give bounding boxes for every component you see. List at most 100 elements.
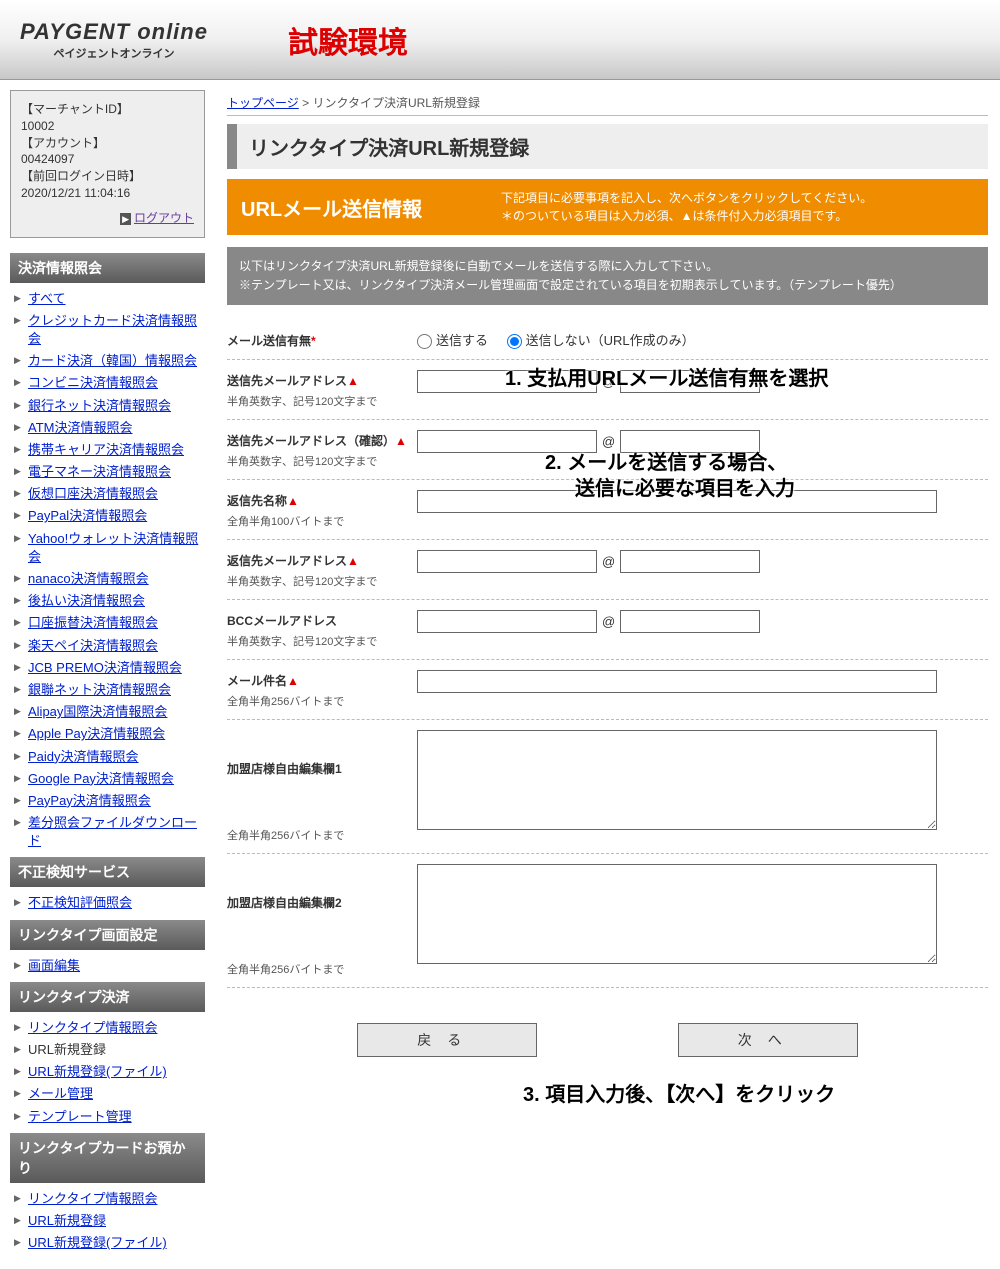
- sidebar-link[interactable]: カード決済（韓国）情報照会: [28, 353, 197, 368]
- radio-send[interactable]: 送信する: [417, 333, 488, 348]
- sidebar-item: URL新規登録: [10, 1039, 205, 1061]
- row-dest-email-confirm: 送信先メールアドレス（確認）▲ 半角英数字、記号120文字まで @: [227, 420, 988, 480]
- sidebar-link[interactable]: 不正検知評価照会: [28, 895, 132, 910]
- sidebar-header-linkpay: リンクタイプ決済: [10, 982, 205, 1012]
- sidebar-link[interactable]: Apple Pay決済情報照会: [28, 726, 165, 741]
- sidebar-item: 不正検知評価照会: [10, 892, 205, 914]
- dest-email-local[interactable]: [417, 370, 597, 393]
- reply-name-input[interactable]: [417, 490, 937, 513]
- sidebar-item: Google Pay決済情報照会: [10, 768, 205, 790]
- sidebar-item: Alipay国際決済情報照会: [10, 701, 205, 723]
- sidebar-link[interactable]: 携帯キャリア決済情報照会: [28, 442, 184, 457]
- sidebar-item: クレジットカード決済情報照会: [10, 310, 205, 350]
- merchant-id-label: 【マーチャントID】: [21, 101, 194, 118]
- row-dest-email: 送信先メールアドレス▲ 半角英数字、記号120文字まで @: [227, 360, 988, 420]
- sidebar-link[interactable]: PayPay決済情報照会: [28, 793, 151, 808]
- sidebar-link[interactable]: 仮想口座決済情報照会: [28, 486, 158, 501]
- logout-link[interactable]: ログアウト: [21, 210, 194, 227]
- sidebar-link[interactable]: クレジットカード決済情報照会: [28, 313, 197, 346]
- sidebar-link[interactable]: ATM決済情報照会: [28, 420, 132, 435]
- form: メール送信有無* 送信する 送信しない（URL作成のみ） 送信先メールアドレス▲…: [227, 305, 988, 1003]
- sidebar-link[interactable]: 後払い決済情報照会: [28, 593, 145, 608]
- sidebar-link[interactable]: URL新規登録: [28, 1213, 106, 1228]
- sidebar: 【マーチャントID】 10002 【アカウント】 00424097 【前回ログイ…: [0, 80, 215, 1269]
- bcc-email-local[interactable]: [417, 610, 597, 633]
- sidebar-item: 楽天ペイ決済情報照会: [10, 635, 205, 657]
- last-login: 2020/12/21 11:04:16: [21, 185, 194, 202]
- dest-email-confirm-domain[interactable]: [620, 430, 760, 453]
- sidebar-link[interactable]: nanaco決済情報照会: [28, 571, 149, 586]
- sidebar-item: URL新規登録(ファイル): [10, 1232, 205, 1254]
- sidebar-link[interactable]: JCB PREMO決済情報照会: [28, 660, 182, 675]
- logo-sub: ペイジェントオンライン: [20, 45, 208, 61]
- reply-email-local[interactable]: [417, 550, 597, 573]
- dest-email-confirm-local[interactable]: [417, 430, 597, 453]
- sidebar-link[interactable]: すべて: [28, 291, 66, 306]
- section-desc: 下記項目に必要事項を記入し、次へボタンをクリックしてください。 ＊のついている項…: [501, 189, 872, 225]
- sidebar-item: PayPal決済情報照会: [10, 505, 205, 527]
- memo1-textarea[interactable]: [417, 730, 937, 830]
- sidebar-list-linkscreen: 画面編集: [10, 950, 205, 982]
- row-bcc-email: BCCメールアドレス 半角英数字、記号120文字まで @: [227, 600, 988, 660]
- account-label: 【アカウント】: [21, 135, 194, 152]
- sidebar-item: コンビニ決済情報照会: [10, 372, 205, 394]
- memo2-textarea[interactable]: [417, 864, 937, 964]
- sidebar-item: 画面編集: [10, 955, 205, 977]
- sidebar-item: Yahoo!ウォレット決済情報照会: [10, 528, 205, 568]
- next-button[interactable]: 次へ: [678, 1023, 858, 1057]
- sidebar-header-linkscreen: リンクタイプ画面設定: [10, 920, 205, 950]
- sidebar-item: nanaco決済情報照会: [10, 568, 205, 590]
- row-subject: メール件名▲ 全角半角256バイトまで: [227, 660, 988, 720]
- sidebar-link[interactable]: 口座振替決済情報照会: [28, 615, 158, 630]
- subject-input[interactable]: [417, 670, 937, 693]
- sidebar-link[interactable]: URL新規登録(ファイル): [28, 1064, 167, 1079]
- sidebar-link[interactable]: メール管理: [28, 1086, 93, 1101]
- sidebar-header-payment: 決済情報照会: [10, 253, 205, 283]
- sidebar-link[interactable]: 楽天ペイ決済情報照会: [28, 638, 158, 653]
- sidebar-link[interactable]: Paidy決済情報照会: [28, 749, 139, 764]
- sidebar-link[interactable]: URL新規登録(ファイル): [28, 1235, 167, 1250]
- bcc-email-domain[interactable]: [620, 610, 760, 633]
- sidebar-link[interactable]: 画面編集: [28, 958, 80, 973]
- sidebar-list-fraud: 不正検知評価照会: [10, 887, 205, 919]
- sidebar-link[interactable]: 銀聯ネット決済情報照会: [28, 682, 171, 697]
- sidebar-link[interactable]: 銀行ネット決済情報照会: [28, 398, 171, 413]
- sidebar-link[interactable]: Yahoo!ウォレット決済情報照会: [28, 531, 198, 564]
- sidebar-item: テンプレート管理: [10, 1106, 205, 1128]
- sidebar-link[interactable]: Alipay国際決済情報照会: [28, 704, 167, 719]
- sidebar-item: メール管理: [10, 1083, 205, 1105]
- sidebar-link[interactable]: リンクタイプ情報照会: [28, 1020, 157, 1035]
- grey-note: 以下はリンクタイプ決済URL新規登録後に自動でメールを送信する際に入力して下さい…: [227, 247, 988, 305]
- sidebar-item: カード決済（韓国）情報照会: [10, 350, 205, 372]
- account-id: 00424097: [21, 151, 194, 168]
- sidebar-item: 銀聯ネット決済情報照会: [10, 679, 205, 701]
- row-memo1: 加盟店様自由編集欄1 全角半角256バイトまで: [227, 720, 988, 854]
- breadcrumb-home[interactable]: トップページ: [227, 96, 299, 110]
- logo: PAYGENT online ペイジェントオンライン: [20, 19, 208, 61]
- sidebar-link[interactable]: リンクタイプ情報照会: [28, 1191, 157, 1206]
- sidebar-link[interactable]: テンプレート管理: [28, 1109, 132, 1124]
- sidebar-item: URL新規登録(ファイル): [10, 1061, 205, 1083]
- sidebar-item: 後払い決済情報照会: [10, 590, 205, 612]
- top-header: PAYGENT online ペイジェントオンライン 試験環境: [0, 0, 1000, 80]
- sidebar-header-fraud: 不正検知サービス: [10, 857, 205, 887]
- sidebar-item: PayPay決済情報照会: [10, 790, 205, 812]
- dest-email-domain[interactable]: [620, 370, 760, 393]
- sidebar-item: Paidy決済情報照会: [10, 746, 205, 768]
- sidebar-header-linkcard: リンクタイプカードお預かり: [10, 1133, 205, 1183]
- merchant-id: 10002: [21, 118, 194, 135]
- sidebar-list-linkpay: リンクタイプ情報照会 URL新規登録 URL新規登録(ファイル) メール管理テンプレー…: [10, 1012, 205, 1133]
- back-button[interactable]: 戻る: [357, 1023, 537, 1057]
- section-bar: URLメール送信情報 下記項目に必要事項を記入し、次へボタンをクリックしてくださ…: [227, 179, 988, 235]
- sidebar-link[interactable]: コンビニ決済情報照会: [28, 375, 158, 390]
- reply-email-domain[interactable]: [620, 550, 760, 573]
- sidebar-item: 電子マネー決済情報照会: [10, 461, 205, 483]
- sidebar-link[interactable]: Google Pay決済情報照会: [28, 771, 174, 786]
- last-login-label: 【前回ログイン日時】: [21, 168, 194, 185]
- sidebar-link[interactable]: 差分照会ファイルダウンロード: [28, 815, 197, 848]
- sidebar-item: すべて: [10, 288, 205, 310]
- sidebar-item: 差分照会ファイルダウンロード: [10, 812, 205, 852]
- sidebar-link[interactable]: 電子マネー決済情報照会: [28, 464, 171, 479]
- sidebar-link[interactable]: PayPal決済情報照会: [28, 508, 147, 523]
- radio-nosend[interactable]: 送信しない（URL作成のみ）: [507, 333, 695, 348]
